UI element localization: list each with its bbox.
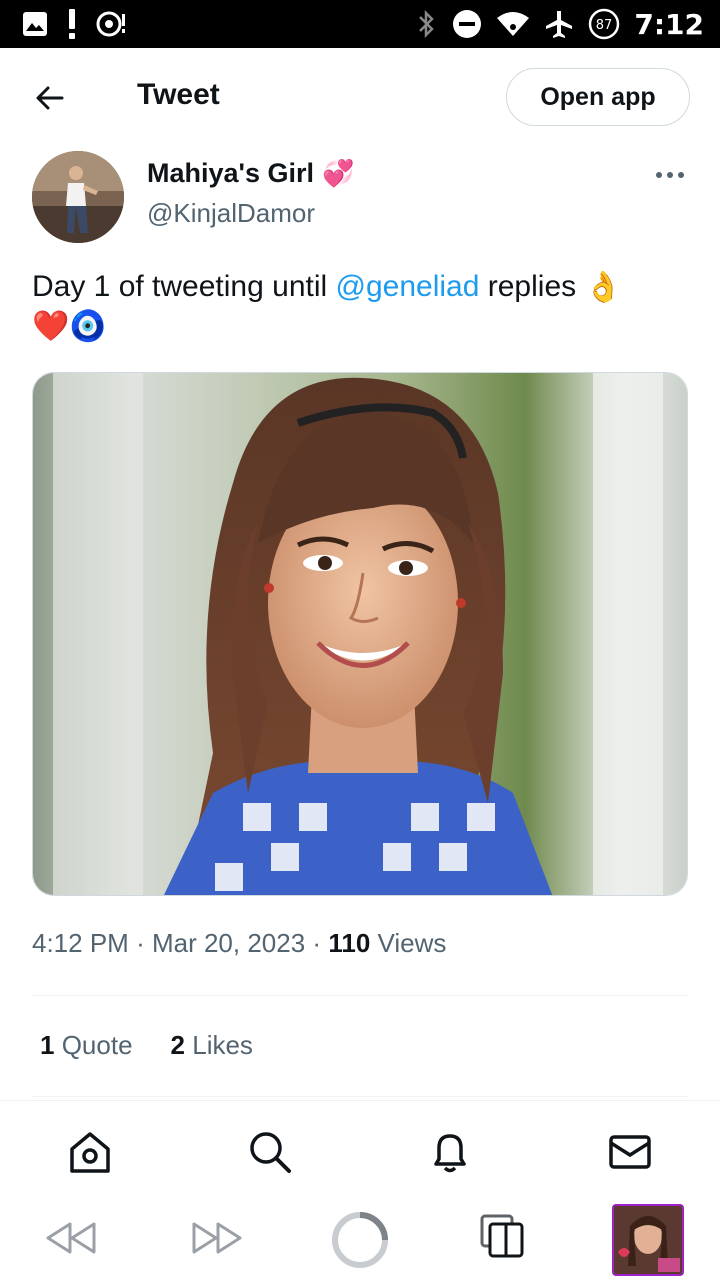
tabs-switcher-button[interactable] — [480, 1214, 526, 1260]
battery-icon: 87 — [588, 8, 620, 40]
image-icon — [22, 11, 48, 37]
meta-separator-2: · — [312, 928, 322, 958]
ok-hand-emoji: 👌 — [584, 271, 622, 305]
bottom-tab-bar — [0, 1100, 720, 1196]
likes-label: Likes — [192, 1030, 253, 1060]
bluetooth-off-icon — [416, 9, 438, 39]
display-name-text: Mahiya's Girl — [147, 158, 314, 188]
status-time: 7:12 — [634, 7, 704, 41]
display-name[interactable]: Mahiya's Girl 💞 — [147, 158, 354, 189]
red-heart-emoji: ❤️ — [32, 310, 70, 344]
tweet-date[interactable]: Mar 20, 2023 — [152, 928, 305, 958]
rewind-button[interactable] — [44, 1218, 98, 1258]
user-handle[interactable]: @KinjalDamor — [147, 198, 315, 229]
avatar-image — [32, 151, 124, 243]
tweet-photo-image — [33, 373, 687, 895]
rewind-icon — [46, 1222, 96, 1254]
meta-separator-1: · — [136, 928, 145, 958]
back-button[interactable] — [32, 80, 68, 116]
tweet-text-part-1: Day 1 of tweeting until — [32, 270, 336, 303]
page-title: Tweet — [137, 78, 220, 111]
tab-thumbnail[interactable] — [612, 1204, 684, 1276]
wifi-icon — [496, 11, 530, 37]
tweet-time[interactable]: 4:12 PM — [32, 928, 129, 958]
browser-nav-bar — [0, 1196, 720, 1280]
nazar-amulet-emoji: 🧿 — [69, 310, 107, 344]
status-bar-right: 87 7:12 — [416, 8, 704, 41]
tweet-meta: 4:12 PM · Mar 20, 2023 · 110 Views — [32, 928, 446, 959]
reload-icon — [332, 1212, 388, 1268]
divider — [32, 995, 688, 996]
quote-label: Quote — [61, 1030, 133, 1060]
views-count: 110 — [328, 928, 371, 958]
views-label: Views — [377, 928, 447, 958]
tweet-header: Tweet Open app — [0, 48, 720, 146]
avatar[interactable] — [32, 151, 124, 243]
mention-link[interactable]: @geneliad — [336, 270, 480, 303]
hearts-emoji: 💞 — [321, 158, 355, 188]
tab-messages[interactable] — [607, 1129, 653, 1175]
status-bar: 87 7:12 — [0, 0, 720, 48]
tweet-photo[interactable] — [32, 372, 688, 896]
quotes-stat[interactable]: 1 Quote — [40, 1030, 133, 1061]
arrow-left-icon — [36, 86, 64, 110]
tabs-icon — [480, 1214, 524, 1258]
notifications-icon — [434, 1134, 466, 1173]
messages-icon — [609, 1135, 651, 1169]
search-icon — [250, 1132, 291, 1173]
quote-count: 1 — [40, 1030, 55, 1060]
tweet-stats: 1 Quote 2 Likes — [40, 1030, 253, 1061]
tab-search[interactable] — [247, 1129, 293, 1175]
fast-forward-button[interactable] — [190, 1218, 244, 1258]
likes-stat[interactable]: 2 Likes — [171, 1030, 253, 1061]
status-bar-left — [22, 8, 128, 40]
tweet-text: Day 1 of tweeting until @geneliad replie… — [32, 268, 682, 346]
tab-notifications[interactable] — [427, 1129, 473, 1175]
reload-button[interactable] — [330, 1210, 390, 1270]
fast-forward-icon — [192, 1222, 242, 1254]
tab-home[interactable] — [67, 1129, 113, 1175]
more-options-button[interactable] — [652, 160, 688, 190]
tab-thumbnail-image — [614, 1206, 682, 1274]
airplane-icon — [544, 9, 574, 39]
alert-icon — [66, 8, 78, 40]
more-dots-icon — [656, 172, 684, 178]
likes-count: 2 — [170, 1030, 185, 1060]
divider — [32, 1096, 688, 1097]
open-app-button[interactable]: Open app — [506, 68, 690, 126]
tweet-text-part-2: replies — [479, 270, 585, 303]
battery-level-text: 87 — [596, 18, 613, 33]
home-icon — [70, 1132, 110, 1173]
record-icon — [96, 10, 128, 38]
dnd-icon — [452, 9, 482, 39]
